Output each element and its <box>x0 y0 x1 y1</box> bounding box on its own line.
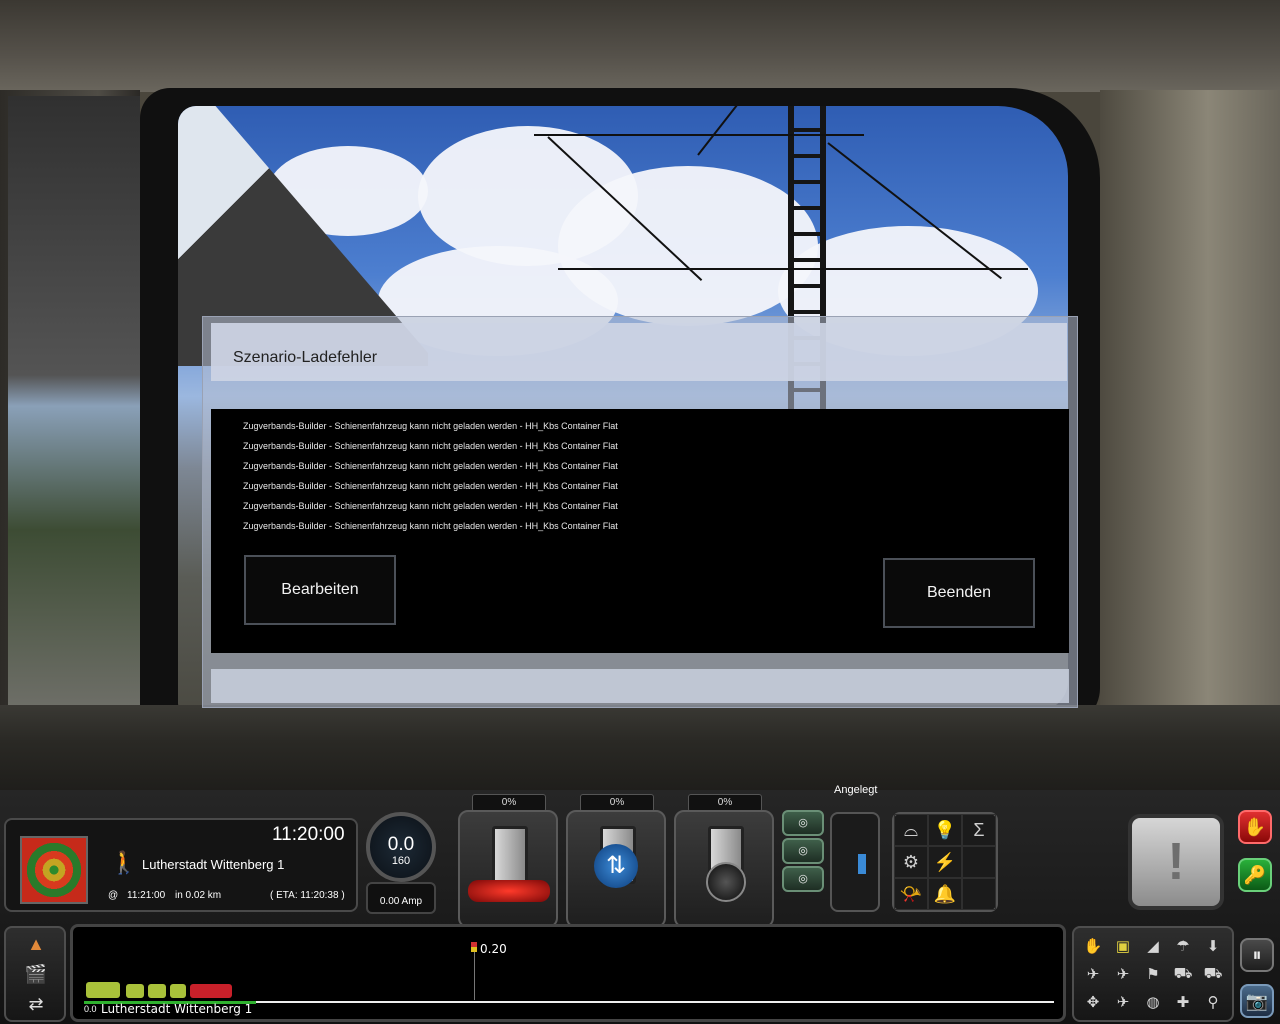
brake-control[interactable] <box>674 810 774 928</box>
bell-icon[interactable]: 🔔 <box>928 878 962 910</box>
flight-icon[interactable]: ✈ <box>1108 988 1138 1016</box>
loco-brake-button[interactable]: ◎ <box>782 838 824 864</box>
dialog-title: Szenario-Ladefehler <box>233 349 378 366</box>
dynamic-brake-button[interactable]: ◎ <box>782 866 824 892</box>
edit-button[interactable]: Bearbeiten <box>244 555 396 625</box>
error-message: Zugverbands-Builder - Schienenfahrzeug k… <box>243 501 618 511</box>
plus-icon[interactable]: ✚ <box>1168 988 1198 1016</box>
wagon-front-icon[interactable]: ⛟ <box>1168 960 1198 988</box>
coupler-icon[interactable]: ⚙ <box>894 846 928 878</box>
throttle-control[interactable] <box>458 810 558 928</box>
vigilance-alert-button[interactable]: ! <box>1128 814 1224 910</box>
at-symbol: @ <box>108 890 119 901</box>
error-message: Zugverbands-Builder - Schienenfahrzeug k… <box>243 521 618 531</box>
throttle-indicator <box>468 880 550 902</box>
throttle-lever[interactable] <box>492 826 528 884</box>
pin-icon[interactable]: ⚲ <box>1198 988 1228 1016</box>
key-icon[interactable]: 🔑 <box>1238 858 1272 892</box>
ammeter-box: 0.00 Amp <box>366 882 436 914</box>
side-window-view <box>8 96 140 716</box>
catenary-wire <box>534 134 864 136</box>
cab-controls-grid: ⌓ 💡 Σ ⚙ ⚡ 📯 🔔 <box>892 812 998 912</box>
wiper-icon[interactable]: ⌓ <box>894 814 928 846</box>
cab-dashboard <box>0 705 1280 790</box>
arrival-time: 11:21:00 <box>127 890 166 901</box>
camera-icon[interactable]: 📷 <box>1240 984 1274 1018</box>
empty-slot <box>962 846 996 878</box>
signal-distance: 0.20 <box>480 942 507 956</box>
dialog-footer <box>211 669 1069 703</box>
pantograph-icon[interactable]: ⚡ <box>928 846 962 878</box>
overhead-camera-icon[interactable]: ☂ <box>1168 932 1198 960</box>
helicopter-2-icon[interactable]: ✈ <box>1108 960 1138 988</box>
scenario-error-dialog: Szenario-Ladefehler Zugverbands-Builder … <box>202 316 1078 708</box>
signal-marker-icon <box>471 942 477 952</box>
brake-status-indicator <box>830 812 880 912</box>
pause-icon[interactable]: ⏸ <box>1240 938 1274 972</box>
reverser-control[interactable]: ⇅ <box>566 810 666 928</box>
error-message: Zugverbands-Builder - Schienenfahrzeug k… <box>243 421 618 431</box>
wagon-icon <box>86 982 120 998</box>
free-camera-icon[interactable]: ✥ <box>1078 988 1108 1016</box>
catenary-wire <box>558 268 1028 270</box>
error-message: Zugverbands-Builder - Schienenfahrzeug k… <box>243 461 618 471</box>
walk-icon: 🚶 <box>110 850 138 875</box>
camera-view-panel: ✋ ▣ ◢ ☂ ⬇ ✈ ✈ ⚑ ⛟ ⛟ ✥ ✈ ◍ ✚ ⚲ <box>1072 926 1234 1022</box>
dialog-titlebar: Szenario-Ladefehler <box>211 323 1067 381</box>
distance-to-stop: in 0.02 km <box>175 890 222 901</box>
cab-right-wall <box>1100 90 1280 730</box>
clapper-icon[interactable]: 🎬 <box>20 962 52 986</box>
brake-status-label: Angelegt <box>834 784 878 796</box>
speed-limit: 160 <box>391 855 411 867</box>
horn-icon[interactable]: 📯 <box>894 878 928 910</box>
wagon-icon <box>170 984 186 998</box>
eta-text: ( ETA: 11:20:38 ) <box>270 890 345 901</box>
error-message: Zugverbands-Builder - Schienenfahrzeug k… <box>243 481 618 491</box>
track-camera-icon[interactable]: ◢ <box>1138 932 1168 960</box>
destination-name: Lutherstadt Wittenberg 1 <box>142 857 285 872</box>
track-station-name: Lutherstadt Wittenberg 1 <box>101 1002 253 1016</box>
signal-camera-icon[interactable]: ⚑ <box>1138 960 1168 988</box>
locomotive-icon <box>190 984 232 998</box>
switch-icon[interactable]: ⇄ <box>20 992 52 1016</box>
wagon-icon <box>126 984 144 998</box>
brake-camera-icon <box>706 862 746 902</box>
brake-level-bar <box>858 854 866 874</box>
speed-readout: 0.0 <box>387 834 415 855</box>
wagon-rear-icon[interactable]: ⛟ <box>1198 960 1228 988</box>
reverser-icon: ⇅ <box>594 844 638 888</box>
map-icon[interactable]: ▲ <box>20 932 52 956</box>
train-brake-button[interactable]: ◎ <box>782 810 824 836</box>
game-clock: 11:20:00 <box>272 824 345 845</box>
wagon-icon <box>148 984 166 998</box>
down-arrow-icon[interactable]: ⬇ <box>1198 932 1228 960</box>
light-bulb-icon[interactable]: 💡 <box>928 814 962 846</box>
cab-roof <box>0 0 1280 92</box>
error-list: Zugverbands-Builder - Schienenfahrzeug k… <box>211 409 1069 653</box>
start-distance: 0.0 <box>84 1004 97 1014</box>
error-message: Zugverbands-Builder - Schienenfahrzeug k… <box>243 441 618 451</box>
left-tools-panel: ▲ 🎬 ⇄ <box>4 926 66 1022</box>
signal-aspect-icon <box>20 836 88 904</box>
stop-hand-icon[interactable]: ✋ <box>1238 810 1272 844</box>
ammeter-readout: 0.00 Amp <box>379 896 423 907</box>
quit-button[interactable]: Beenden <box>883 558 1035 628</box>
train-camera-icon[interactable]: ▣ <box>1108 932 1138 960</box>
helicopter-1-icon[interactable]: ✈ <box>1078 960 1108 988</box>
globe-icon[interactable]: ◍ <box>1138 988 1168 1016</box>
empty-slot <box>962 878 996 910</box>
cab-camera-icon[interactable]: ✋ <box>1078 932 1108 960</box>
sander-icon[interactable]: Σ <box>962 814 996 846</box>
